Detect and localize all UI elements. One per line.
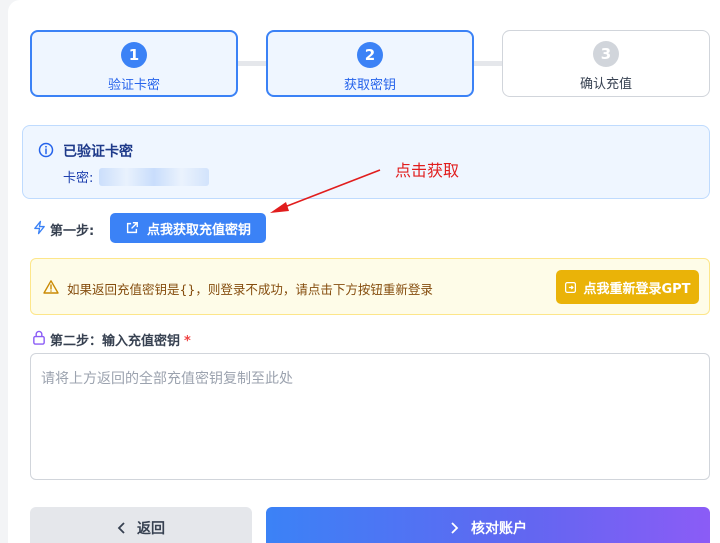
relogin-gpt-label: 点我重新登录GPT xyxy=(583,281,691,297)
step-2-title: 第二步：输入充值密钥 * xyxy=(50,330,191,349)
login-icon xyxy=(564,281,577,294)
step-2-number: 2 xyxy=(357,42,383,68)
verify-account-label: 核对账户 xyxy=(471,521,527,537)
lock-icon xyxy=(32,330,46,345)
chevron-right-icon xyxy=(449,522,459,534)
verified-title: 已验证卡密 xyxy=(63,144,133,160)
warning-text: 如果返回充值密钥是{}，则登录不成功，请点击下方按钮重新登录 xyxy=(67,282,433,297)
verified-card-box: 已验证卡密 卡密: xyxy=(22,125,710,199)
step-1-number: 1 xyxy=(121,42,147,68)
step-2: 2 获取密钥 xyxy=(266,30,474,97)
step-1-title: 第一步: xyxy=(50,224,95,239)
verify-account-button[interactable]: 核对账户 xyxy=(266,507,710,543)
step-connector-1 xyxy=(238,61,266,66)
get-recharge-key-label: 点我获取充值密钥 xyxy=(146,222,251,238)
card-key-value-redacted xyxy=(99,168,209,186)
back-button[interactable]: 返回 xyxy=(30,507,252,543)
annotation-text: 点击获取 xyxy=(395,161,460,180)
step-2-title-text: 第二步：输入充值密钥 xyxy=(50,334,181,349)
step-1-label: 验证卡密 xyxy=(107,78,160,93)
step-3: 3 确认充值 xyxy=(502,30,710,97)
chevron-left-icon xyxy=(117,522,127,534)
get-recharge-key-button[interactable]: 点我获取充值密钥 xyxy=(110,213,266,243)
login-warning-box: 如果返回充值密钥是{}，则登录不成功，请点击下方按钮重新登录 点我重新登录GPT xyxy=(30,258,710,315)
warning-triangle-icon xyxy=(43,279,59,295)
back-label: 返回 xyxy=(137,521,165,537)
card-key-label: 卡密: xyxy=(63,171,94,186)
step-1: 1 验证卡密 xyxy=(30,30,238,97)
info-icon xyxy=(38,142,54,158)
recharge-key-textarea[interactable] xyxy=(30,353,710,480)
required-mark: * xyxy=(184,334,191,349)
lightning-icon xyxy=(32,220,47,235)
step-3-label: 确认充值 xyxy=(579,77,632,92)
external-link-icon xyxy=(125,221,139,235)
step-2-label: 获取密钥 xyxy=(343,78,396,93)
step-connector-2 xyxy=(474,61,502,66)
relogin-gpt-button[interactable]: 点我重新登录GPT xyxy=(556,270,699,304)
step-3-number: 3 xyxy=(593,41,619,67)
